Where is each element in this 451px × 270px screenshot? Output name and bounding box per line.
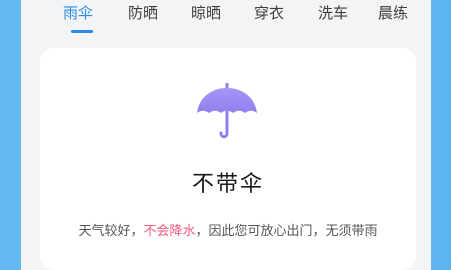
description-highlight: 不会降水 — [143, 224, 196, 239]
active-tab-indicator — [71, 30, 93, 33]
tab-car-wash[interactable]: 洗车 — [318, 2, 348, 24]
app-screen: { "tabs": [ {"label": "雨伞", "active": tr… — [0, 0, 451, 270]
tab-dressing[interactable]: 穿衣 — [254, 2, 284, 24]
index-title: 不带伞 — [191, 172, 264, 197]
tab-drying[interactable]: 晾晒 — [191, 2, 221, 24]
index-detail-card: 不带伞 天气较好，不会降水，因此您可放心出门，无须带雨 — [40, 48, 416, 270]
life-index-panel: 雨伞 防晒 晾晒 穿衣 洗车 晨练 不带伞 天气较好，不会降水，因此您可放心出门… — [21, 0, 431, 270]
tab-morning-exercise[interactable]: 晨练 — [378, 2, 408, 24]
tab-umbrella[interactable]: 雨伞 — [63, 2, 93, 24]
index-description: 天气较好，不会降水，因此您可放心出门，无须带雨 — [40, 220, 416, 239]
tab-sunscreen[interactable]: 防晒 — [128, 2, 158, 24]
description-suffix: ，因此您可放心出门，无须带雨 — [195, 224, 378, 239]
description-prefix: 天气较好， — [78, 224, 144, 239]
umbrella-icon — [197, 83, 257, 139]
index-tabs: 雨伞 防晒 晾晒 穿衣 洗车 晨练 — [21, 0, 431, 40]
